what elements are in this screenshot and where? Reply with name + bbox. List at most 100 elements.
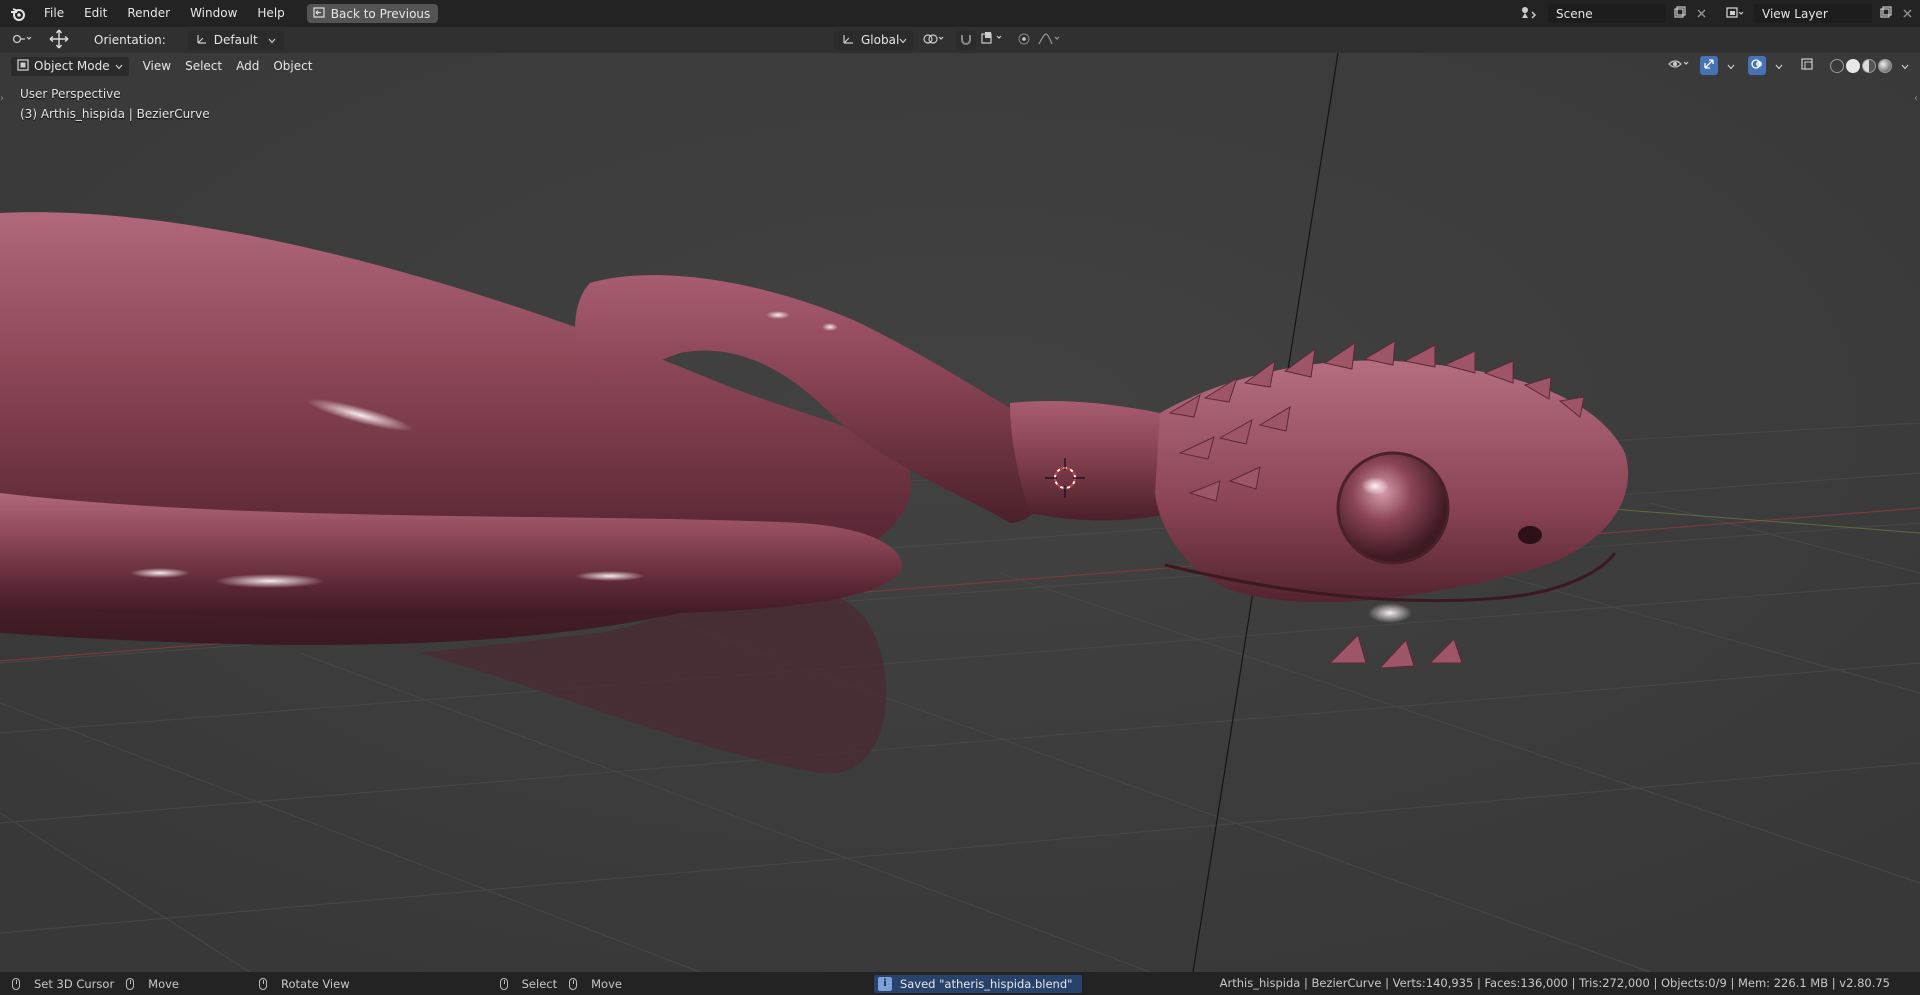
right-mouse-icon xyxy=(259,977,268,990)
scene-remove-button[interactable] xyxy=(1694,4,1708,23)
back-to-previous-button[interactable]: Back to Previous xyxy=(306,4,439,23)
left-mouse-icon xyxy=(499,977,508,990)
visibility-dropdown[interactable] xyxy=(1666,56,1692,75)
falloff-curve-icon xyxy=(1038,32,1062,48)
saved-report[interactable]: i Saved "atheris_hispida.blend" xyxy=(873,974,1083,993)
viewport-right-controls xyxy=(1666,56,1910,75)
scene-browse-button[interactable] xyxy=(1516,4,1542,23)
view-layer-icon xyxy=(1726,6,1744,22)
menu-help[interactable]: Help xyxy=(247,0,294,27)
scene-layer-controls: Scene View Layer xyxy=(1516,3,1914,24)
viewport-scene xyxy=(0,53,1920,972)
object-mode-icon xyxy=(17,58,29,74)
scene-new-button[interactable] xyxy=(1672,4,1688,23)
magnet-icon xyxy=(960,33,972,48)
menu-render[interactable]: Render xyxy=(117,0,180,27)
orientation-dropdown[interactable]: Default xyxy=(187,30,284,50)
snap-increment-icon xyxy=(980,32,1006,48)
orientation-label: Orientation: xyxy=(94,33,166,47)
view-layer-new-button[interactable] xyxy=(1878,4,1894,23)
blender-logo-icon[interactable] xyxy=(8,4,28,24)
status-hint-rotate-label: Rotate View xyxy=(281,976,350,991)
overlays-dropdown[interactable] xyxy=(1774,56,1784,75)
view-layer-browse-button[interactable] xyxy=(1722,4,1748,23)
chevron-down-icon xyxy=(899,33,907,47)
proportional-edit-toggle[interactable] xyxy=(1016,31,1032,50)
back-to-previous-label: Back to Previous xyxy=(330,6,431,21)
viewport-menu-add[interactable]: Add xyxy=(229,57,266,76)
gizmo-toggle[interactable] xyxy=(1700,56,1718,75)
pivot-icon xyxy=(922,33,946,48)
close-icon xyxy=(1697,7,1706,21)
view-layer-name-field[interactable]: View Layer xyxy=(1754,4,1872,23)
left-mouse-icon xyxy=(12,977,20,990)
info-icon: i xyxy=(877,976,892,991)
middle-mouse-icon xyxy=(569,977,578,990)
copy-icon xyxy=(1880,6,1892,21)
pivot-point-dropdown[interactable] xyxy=(920,31,948,50)
viewport-menu-select[interactable]: Select xyxy=(178,57,229,76)
status-hint-set-cursor-label: Set 3D Cursor xyxy=(34,976,115,991)
eye-icon xyxy=(1668,58,1690,73)
saved-report-message: Saved "atheris_hispida.blend" xyxy=(899,976,1073,991)
sidebar-expand-handle[interactable]: ‹ xyxy=(1914,93,1920,107)
menu-file[interactable]: File xyxy=(34,0,74,27)
middle-mouse-icon xyxy=(126,977,135,990)
xray-icon xyxy=(1801,58,1813,73)
view-layer-name-value: View Layer xyxy=(1762,6,1828,21)
3d-viewport[interactable]: Object Mode View Select Add Object User … xyxy=(0,53,1920,972)
rendered-shading-button[interactable] xyxy=(1878,58,1892,73)
move-tool-button[interactable] xyxy=(46,29,72,52)
view-layer-remove-button[interactable] xyxy=(1900,4,1914,23)
snap-toggle[interactable] xyxy=(956,30,976,50)
back-icon xyxy=(313,6,325,21)
close-icon xyxy=(1903,7,1912,21)
status-hint-rotate: Rotate View xyxy=(259,977,350,991)
viewport-menu-view[interactable]: View xyxy=(136,57,178,76)
scene-icon xyxy=(1520,6,1538,22)
material-preview-button[interactable] xyxy=(1862,58,1876,73)
status-hint-move: Move xyxy=(126,977,179,991)
chevron-down-icon xyxy=(268,33,276,47)
toolbar-expand-handle[interactable]: › xyxy=(0,93,6,107)
scene-statistics: Arthis_hispida | BezierCurve | Verts:140… xyxy=(1219,976,1890,990)
viewport-menu-object[interactable]: Object xyxy=(266,57,319,76)
gizmo-icon xyxy=(1703,58,1715,73)
chevron-down-icon xyxy=(115,59,123,73)
copy-icon xyxy=(1674,6,1686,21)
chevron-down-icon xyxy=(1901,59,1909,73)
menu-window[interactable]: Window xyxy=(180,0,247,27)
object-mode-label: Object Mode xyxy=(34,59,110,73)
transform-orientation-dropdown[interactable]: Global xyxy=(834,30,914,50)
status-hint-move-label: Move xyxy=(148,976,180,991)
status-bar: Set 3D Cursor Move Rotate View Select Mo… xyxy=(0,972,1920,995)
overlays-toggle[interactable] xyxy=(1748,56,1766,75)
object-mode-dropdown[interactable]: Object Mode xyxy=(10,55,130,77)
menu-edit[interactable]: Edit xyxy=(74,0,117,27)
tool-type-dropdown[interactable] xyxy=(6,31,40,50)
solid-shading-button[interactable] xyxy=(1846,58,1860,73)
gizmo-dropdown[interactable] xyxy=(1726,56,1736,75)
proportional-edit-icon xyxy=(1018,33,1030,48)
xray-toggle[interactable] xyxy=(1798,56,1816,75)
orientation-axis-icon xyxy=(196,33,208,48)
viewport-header: Object Mode View Select Add Object xyxy=(0,53,1920,79)
wireframe-shading-button[interactable] xyxy=(1830,58,1844,73)
top-menu-bar: File Edit Render Window Help Back to Pre… xyxy=(0,0,1920,27)
scene-name-value: Scene xyxy=(1556,6,1593,21)
transform-space-value: Global xyxy=(861,33,900,47)
chevron-down-icon xyxy=(1727,59,1735,73)
shading-options-dropdown[interactable] xyxy=(1900,56,1910,75)
active-object-info: (3) Arthis_hispida | BezierCurve xyxy=(20,107,210,121)
scene-name-field[interactable]: Scene xyxy=(1548,4,1666,23)
chevron-down-icon xyxy=(1775,59,1783,73)
move-arrows-icon xyxy=(49,29,69,52)
snap-target-dropdown[interactable] xyxy=(978,31,1008,50)
status-hint-move-2: Move xyxy=(569,977,622,991)
status-hint-move-2-label: Move xyxy=(591,976,622,991)
global-axis-icon xyxy=(842,33,855,48)
proportional-falloff-dropdown[interactable] xyxy=(1036,31,1064,50)
overlays-icon xyxy=(1751,58,1763,73)
tool-settings-bar: Orientation: Default Global xyxy=(0,27,1920,53)
orientation-value: Default xyxy=(213,33,258,47)
